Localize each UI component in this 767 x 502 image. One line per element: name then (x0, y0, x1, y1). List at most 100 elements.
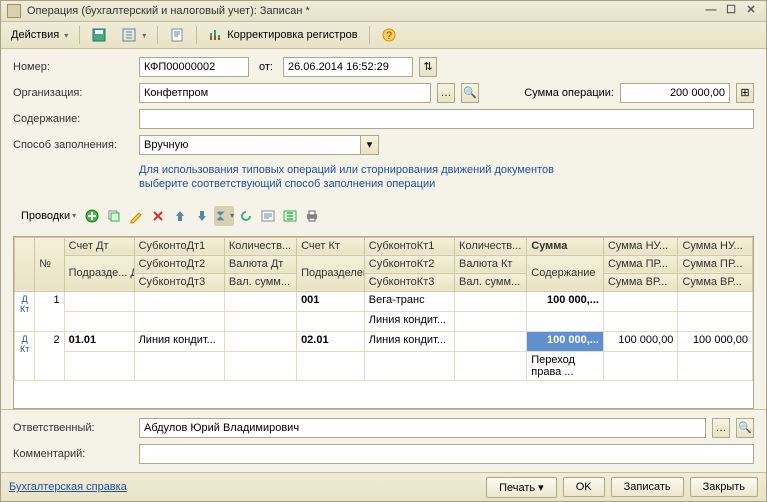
col-sdt3[interactable]: СубконтоДт3 (134, 273, 224, 291)
col-skt3[interactable]: СубконтоКт3 (364, 273, 454, 291)
cell-skt1[interactable]: Вега-транс (364, 291, 454, 311)
print-icon[interactable] (302, 206, 322, 226)
help-icon[interactable]: ? (375, 25, 403, 45)
number-field[interactable] (139, 57, 249, 77)
cell[interactable] (455, 351, 527, 380)
col-subdt[interactable]: Подразде... Дт (64, 255, 134, 291)
cell-sum[interactable]: 100 000,... (527, 291, 604, 311)
cell[interactable] (603, 311, 677, 331)
col-subkt[interactable]: Подразделение Кт (297, 255, 365, 291)
table-row[interactable]: Линия кондит... (15, 311, 753, 331)
cell-qtykt[interactable] (455, 291, 527, 311)
close-button[interactable]: Закрыть (690, 477, 758, 497)
save-icon[interactable] (85, 25, 113, 45)
method-field[interactable]: Вручную ▾ (139, 135, 379, 155)
cell-sdt1[interactable]: Линия кондит... (134, 331, 224, 351)
cell[interactable] (297, 351, 365, 380)
cell[interactable] (297, 311, 365, 331)
col-cont[interactable]: Содержание (527, 255, 604, 291)
col-curkt[interactable]: Валюта Кт (455, 255, 527, 273)
edit-icon[interactable] (126, 206, 146, 226)
save-button[interactable]: Записать (611, 477, 684, 497)
org-field[interactable]: Конфетпром (139, 83, 431, 103)
col-sum[interactable]: Сумма (527, 237, 604, 255)
col-n[interactable]: № (35, 237, 64, 291)
comment-field[interactable] (139, 444, 754, 464)
content-field[interactable] (139, 109, 754, 129)
cell-dt[interactable]: 01.01 (64, 331, 134, 351)
cell[interactable] (64, 351, 134, 380)
cell-snu2[interactable] (678, 291, 753, 311)
close-icon[interactable]: ✕ (742, 2, 760, 20)
col-snu[interactable]: Сумма НУ... (603, 237, 677, 255)
add-icon[interactable] (82, 206, 102, 226)
refresh-icon[interactable] (236, 206, 256, 226)
resp-search-icon[interactable]: 🔍 (736, 418, 754, 438)
resp-field[interactable]: Абдулов Юрий Владимирович (139, 418, 706, 438)
cell[interactable] (224, 311, 296, 331)
resp-select-icon[interactable]: … (712, 418, 730, 438)
col-curdt[interactable]: Валюта Дт (224, 255, 296, 273)
cell[interactable] (455, 311, 527, 331)
date-field[interactable] (283, 57, 413, 77)
cell-snu[interactable]: 100 000,00 (603, 331, 677, 351)
cell[interactable] (603, 351, 677, 380)
col-sdt2[interactable]: СубконтоДт2 (134, 255, 224, 273)
cell[interactable] (678, 311, 753, 331)
col-vskt[interactable]: Вал. сумм... (455, 273, 527, 291)
cell[interactable] (224, 351, 296, 380)
col-sdt1[interactable]: СубконтоДт1 (134, 237, 224, 255)
col-spr[interactable]: Сумма ПР... (603, 255, 677, 273)
nav-icon[interactable]: ▾ (115, 25, 152, 45)
cell[interactable] (134, 351, 224, 380)
col-qtydt[interactable]: Количеств... (224, 237, 296, 255)
cell[interactable] (364, 351, 454, 380)
cell-skt2[interactable]: Линия кондит... (364, 311, 454, 331)
cell[interactable] (678, 351, 753, 380)
cell-cont[interactable]: Переход права ... (527, 351, 604, 380)
cell-sdt1[interactable] (134, 291, 224, 311)
settings-icon[interactable] (258, 206, 278, 226)
entries-grid[interactable]: № Счет Дт СубконтоДт1 Количеств... Счет … (13, 236, 754, 409)
date-spinner-icon[interactable]: ⇅ (419, 57, 437, 77)
col-skt1[interactable]: СубконтоКт1 (364, 237, 454, 255)
table-row[interactable]: Переход права ... (15, 351, 753, 380)
col-vsdt[interactable]: Вал. сумм... (224, 273, 296, 291)
delete-icon[interactable] (148, 206, 168, 226)
print-button[interactable]: Печать ▾ (486, 477, 557, 498)
cell[interactable] (134, 311, 224, 331)
minimize-icon[interactable]: — (702, 2, 720, 20)
calc-icon[interactable]: ⊞ (736, 83, 754, 103)
export-icon[interactable] (280, 206, 300, 226)
report-link[interactable]: Бухгалтерская справка (9, 481, 127, 493)
cell-dt[interactable] (64, 291, 134, 311)
moveup-icon[interactable] (170, 206, 190, 226)
cell-kt[interactable]: 001 (297, 291, 365, 311)
org-select-icon[interactable]: … (437, 83, 455, 103)
movedown-icon[interactable] (192, 206, 212, 226)
cell-sum[interactable]: 100 000,... (527, 331, 604, 351)
table-row[interactable]: ДКт 2 01.01 Линия кондит... 02.01 Линия … (15, 331, 753, 351)
cell-n[interactable]: 2 (35, 331, 64, 380)
col-svr2[interactable]: Сумма ВР... (678, 273, 753, 291)
cell-snu[interactable] (603, 291, 677, 311)
org-search-icon[interactable]: 🔍 (461, 83, 479, 103)
cell-qtykt[interactable] (455, 331, 527, 351)
cell-snu2[interactable]: 100 000,00 (678, 331, 753, 351)
report-icon[interactable] (163, 25, 191, 45)
col-qtykt[interactable]: Количеств... (455, 237, 527, 255)
col-kt[interactable]: Счет Кт (297, 237, 365, 255)
cell-qtydt[interactable] (224, 331, 296, 351)
sigma-icon[interactable]: ▾ (214, 206, 234, 226)
cell-qtydt[interactable] (224, 291, 296, 311)
cell-kt[interactable]: 02.01 (297, 331, 365, 351)
table-row[interactable]: ДКт 1 001 Вега-транс 100 000,... (15, 291, 753, 311)
col-skt2[interactable]: СубконтоКт2 (364, 255, 454, 273)
col-snu2[interactable]: Сумма НУ... (678, 237, 753, 255)
cell[interactable] (527, 311, 604, 331)
maximize-icon[interactable]: ☐ (722, 2, 740, 20)
copy-icon[interactable] (104, 206, 124, 226)
col-svr[interactable]: Сумма ВР... (603, 273, 677, 291)
cell-skt1[interactable]: Линия кондит... (364, 331, 454, 351)
cell[interactable] (64, 311, 134, 331)
